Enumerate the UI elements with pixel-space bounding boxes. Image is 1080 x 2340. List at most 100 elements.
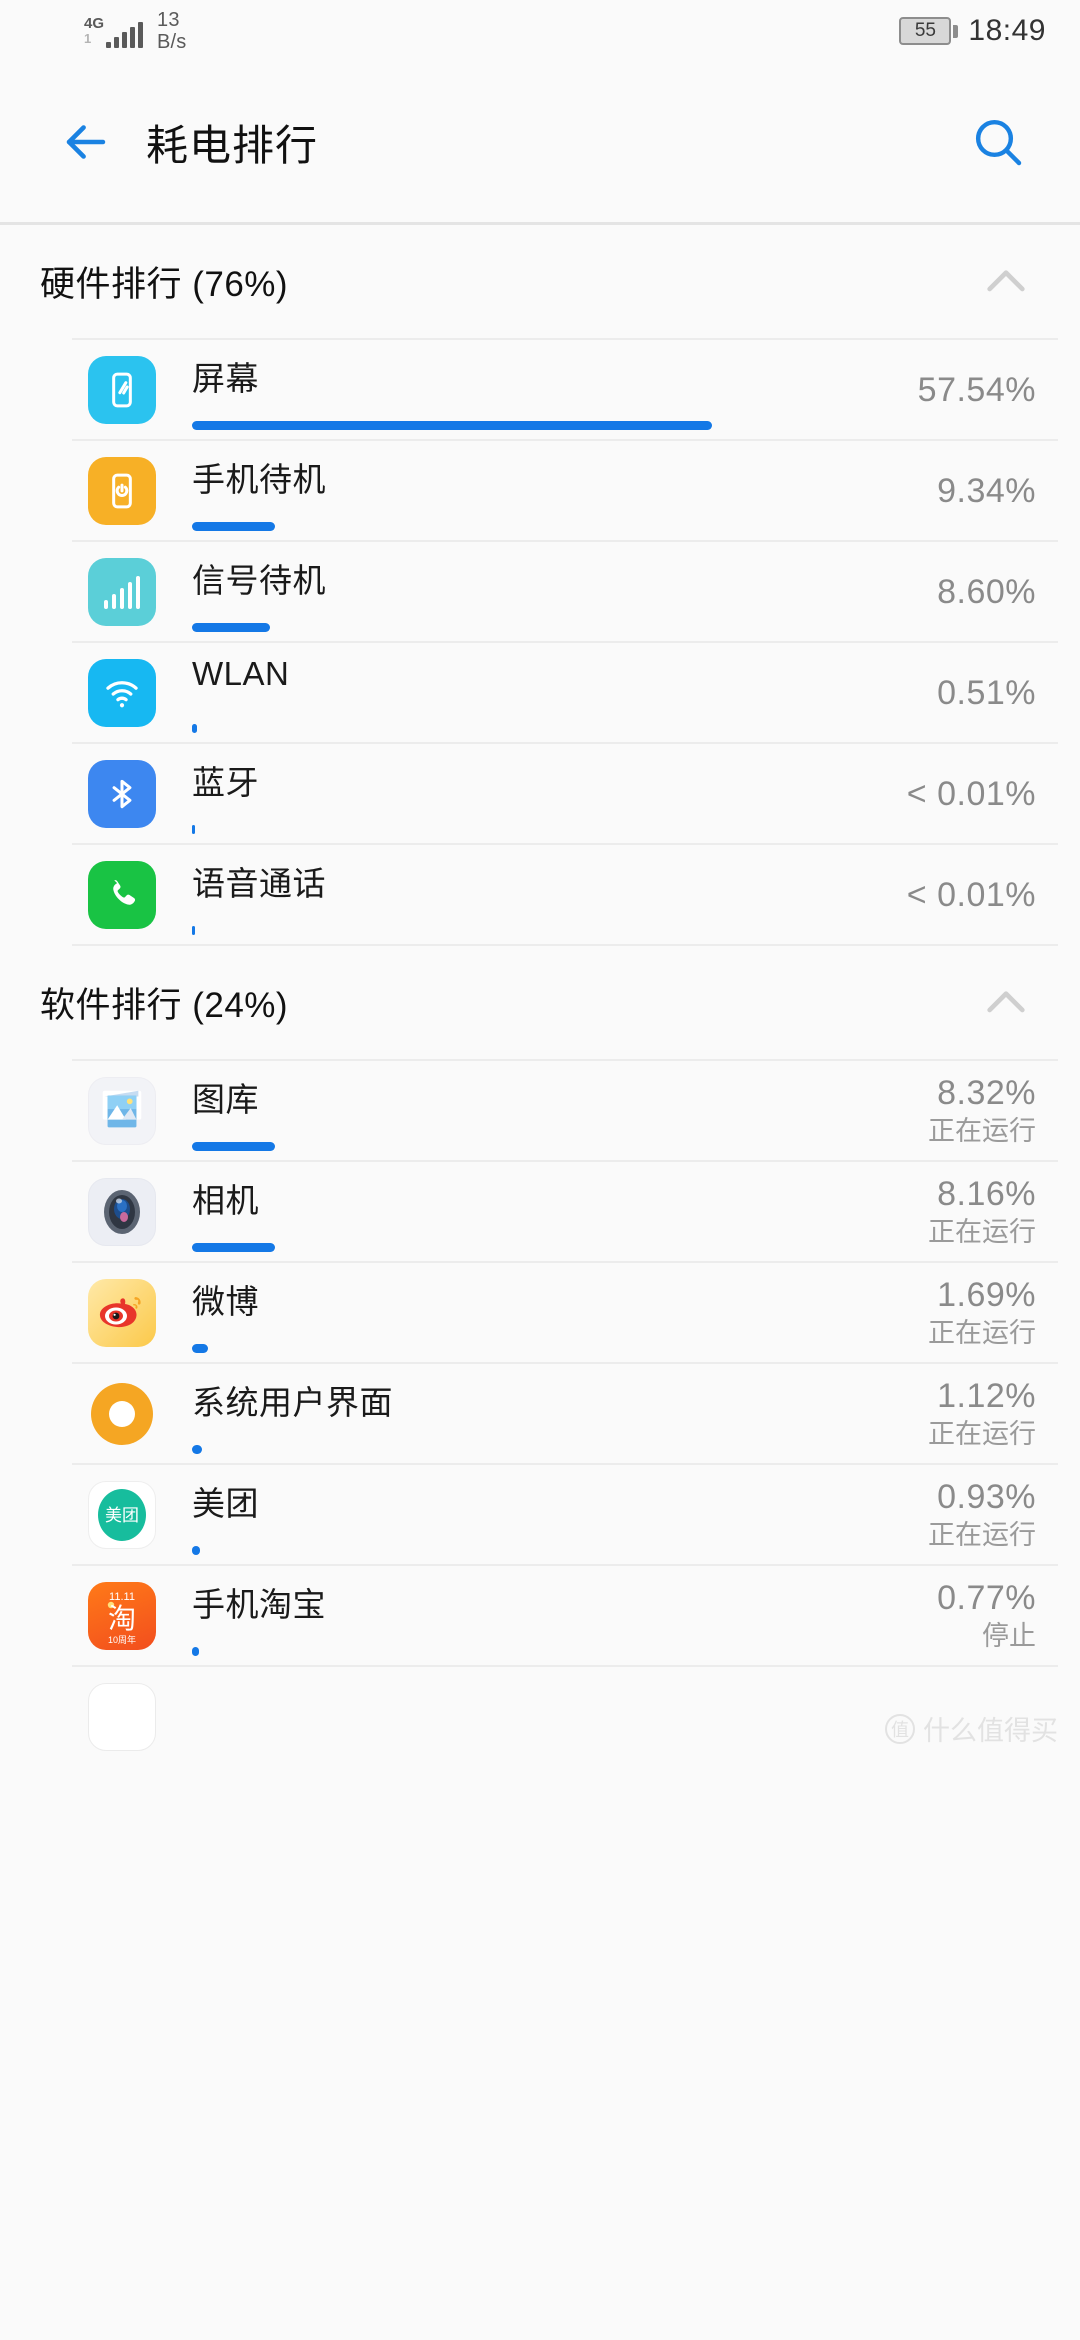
hardware-item-name: 手机待机 bbox=[192, 460, 326, 498]
usage-bar-track bbox=[192, 622, 712, 632]
hardware-item-content: 手机待机 bbox=[192, 457, 836, 531]
bluetooth-glyph-icon bbox=[112, 779, 132, 808]
hardware-row-signal-standby[interactable]: 信号待机 8.60% bbox=[0, 542, 1080, 641]
usage-bar-fill bbox=[192, 1242, 276, 1252]
software-item-percent: 8.32% bbox=[937, 1073, 1036, 1112]
usage-bar-fill bbox=[192, 1646, 200, 1656]
usage-bar-fill bbox=[192, 622, 270, 632]
usage-bar-fill bbox=[192, 1545, 201, 1555]
hardware-item-value: < 0.01% bbox=[836, 775, 1036, 813]
section-header-hardware[interactable]: 硬件排行 (76%) bbox=[0, 225, 1080, 338]
usage-bar-fill bbox=[192, 1141, 276, 1151]
hardware-row-wlan[interactable]: WLAN 0.51% bbox=[0, 643, 1080, 742]
hardware-item-content: 蓝牙 bbox=[192, 760, 836, 834]
battery-ranking-list[interactable]: 硬件排行 (76%) 屏幕 57.54% 手机待机 9.34% 信号待机 8.6… bbox=[0, 225, 1080, 1766]
svg-text:10周年: 10周年 bbox=[108, 1634, 136, 1645]
hardware-item-content: WLAN bbox=[192, 655, 836, 733]
software-item-value: 1.12% 正在运行 bbox=[836, 1377, 1036, 1451]
system-ui-app-icon bbox=[88, 1380, 156, 1448]
software-item-percent: 1.69% bbox=[937, 1275, 1036, 1314]
arrow-left-icon bbox=[66, 125, 106, 159]
section-header-software[interactable]: 软件排行 (24%) bbox=[0, 946, 1080, 1059]
hardware-item-percent: < 0.01% bbox=[906, 774, 1036, 813]
software-row-partial[interactable] bbox=[0, 1667, 1080, 1766]
network-speed-unit: B/s bbox=[157, 31, 187, 53]
software-item-content: 图库 bbox=[192, 1077, 836, 1151]
software-row-meituan[interactable]: 美团 美团 0.93% 正在运行 bbox=[0, 1465, 1080, 1564]
software-row-camera[interactable]: 相机 8.16% 正在运行 bbox=[0, 1162, 1080, 1261]
phone-glyph-icon bbox=[113, 879, 136, 905]
meituan-app-icon: 美团 bbox=[88, 1480, 156, 1549]
software-row-weibo[interactable]: 微博 1.69% 正在运行 bbox=[0, 1263, 1080, 1362]
collapse-toggle-software[interactable] bbox=[976, 973, 1036, 1033]
software-item-percent: 0.77% bbox=[937, 1578, 1036, 1617]
weibo-glyph-icon bbox=[99, 1296, 141, 1327]
bluetooth-icon bbox=[88, 759, 156, 828]
wifi-icon bbox=[88, 658, 156, 727]
network-sub-label: 1 bbox=[84, 31, 92, 46]
hardware-row-bluetooth[interactable]: 蓝牙 < 0.01% bbox=[0, 744, 1080, 843]
usage-bar-fill bbox=[192, 521, 276, 531]
hardware-item-name: 屏幕 bbox=[192, 359, 259, 397]
signal-bars-glyph-icon bbox=[104, 575, 140, 609]
usage-bar-track bbox=[192, 925, 712, 935]
software-item-value: 1.69% 正在运行 bbox=[836, 1276, 1036, 1350]
usage-bar-track bbox=[192, 1343, 712, 1353]
screen-icon bbox=[88, 355, 156, 424]
software-item-state: 停止 bbox=[982, 1620, 1036, 1651]
software-item-value: 0.93% 正在运行 bbox=[836, 1478, 1036, 1552]
usage-bar-track bbox=[192, 521, 712, 531]
hardware-item-content: 信号待机 bbox=[192, 558, 836, 632]
software-row-gallery[interactable]: 图库 8.32% 正在运行 bbox=[0, 1061, 1080, 1160]
network-type-label: 4G bbox=[84, 15, 105, 32]
usage-bar-track bbox=[192, 1545, 712, 1555]
hardware-item-percent: 9.34% bbox=[937, 471, 1036, 510]
hardware-item-value: < 0.01% bbox=[836, 876, 1036, 914]
software-item-value: 8.16% 正在运行 bbox=[836, 1175, 1036, 1249]
software-item-percent: 0.93% bbox=[937, 1477, 1036, 1516]
camera-app-icon bbox=[88, 1177, 156, 1246]
usage-bar-track bbox=[192, 1646, 712, 1656]
hardware-item-percent: 0.51% bbox=[937, 673, 1036, 712]
software-item-percent: 8.16% bbox=[937, 1174, 1036, 1213]
software-item-name: 微博 bbox=[192, 1282, 259, 1320]
software-item-state: 正在运行 bbox=[928, 1216, 1036, 1247]
signal-bars-icon bbox=[106, 22, 143, 48]
software-row-taobao[interactable]: 11.11 淘 10周年 手机淘宝 0.77% 停止 bbox=[0, 1566, 1080, 1665]
back-button[interactable] bbox=[48, 104, 124, 180]
signal-strength-icon: 4G 1 bbox=[84, 14, 143, 48]
usage-bar-fill bbox=[192, 824, 196, 834]
hardware-item-name: 语音通话 bbox=[192, 864, 326, 902]
system-ui-glyph-icon bbox=[91, 1382, 153, 1445]
collapse-toggle-hardware[interactable] bbox=[976, 252, 1036, 312]
hardware-item-content: 屏幕 bbox=[192, 356, 836, 430]
taobao-glyph-icon: 11.11 淘 10周年 bbox=[107, 1591, 136, 1645]
software-row-system-ui[interactable]: 系统用户界面 1.12% 正在运行 bbox=[0, 1364, 1080, 1463]
hardware-row-screen[interactable]: 屏幕 57.54% bbox=[0, 340, 1080, 439]
software-item-state: 正在运行 bbox=[928, 1317, 1036, 1348]
hardware-item-value: 0.51% bbox=[836, 674, 1036, 712]
status-bar-left: 4G 1 13 B/s bbox=[84, 9, 187, 53]
battery-level-label: 55 bbox=[914, 20, 936, 41]
usage-bar-fill bbox=[192, 723, 198, 733]
search-button[interactable] bbox=[960, 104, 1036, 180]
taobao-app-icon: 11.11 淘 10周年 bbox=[88, 1581, 156, 1650]
software-item-name: 美团 bbox=[192, 1484, 259, 1522]
hardware-item-value: 57.54% bbox=[836, 371, 1036, 409]
hardware-row-voice-call[interactable]: 语音通话 < 0.01% bbox=[0, 845, 1080, 944]
wifi-glyph-icon bbox=[106, 680, 138, 707]
usage-bar-fill bbox=[192, 420, 712, 430]
chevron-up-icon bbox=[987, 269, 1025, 291]
svg-text:11.11: 11.11 bbox=[109, 1591, 135, 1603]
page-title: 耗电排行 bbox=[146, 121, 319, 169]
network-speed-value: 13 bbox=[157, 9, 180, 31]
software-item-content bbox=[192, 1683, 836, 1751]
usage-bar-fill bbox=[192, 1444, 203, 1454]
software-item-name: 相机 bbox=[192, 1181, 259, 1219]
software-item-name: 图库 bbox=[192, 1080, 259, 1118]
usage-bar-track bbox=[192, 1141, 712, 1151]
software-item-name: 手机淘宝 bbox=[192, 1585, 326, 1623]
usage-bar-track bbox=[192, 723, 712, 733]
status-bar-right: 55 18:49 bbox=[899, 14, 1046, 48]
hardware-row-phone-standby[interactable]: 手机待机 9.34% bbox=[0, 441, 1080, 540]
